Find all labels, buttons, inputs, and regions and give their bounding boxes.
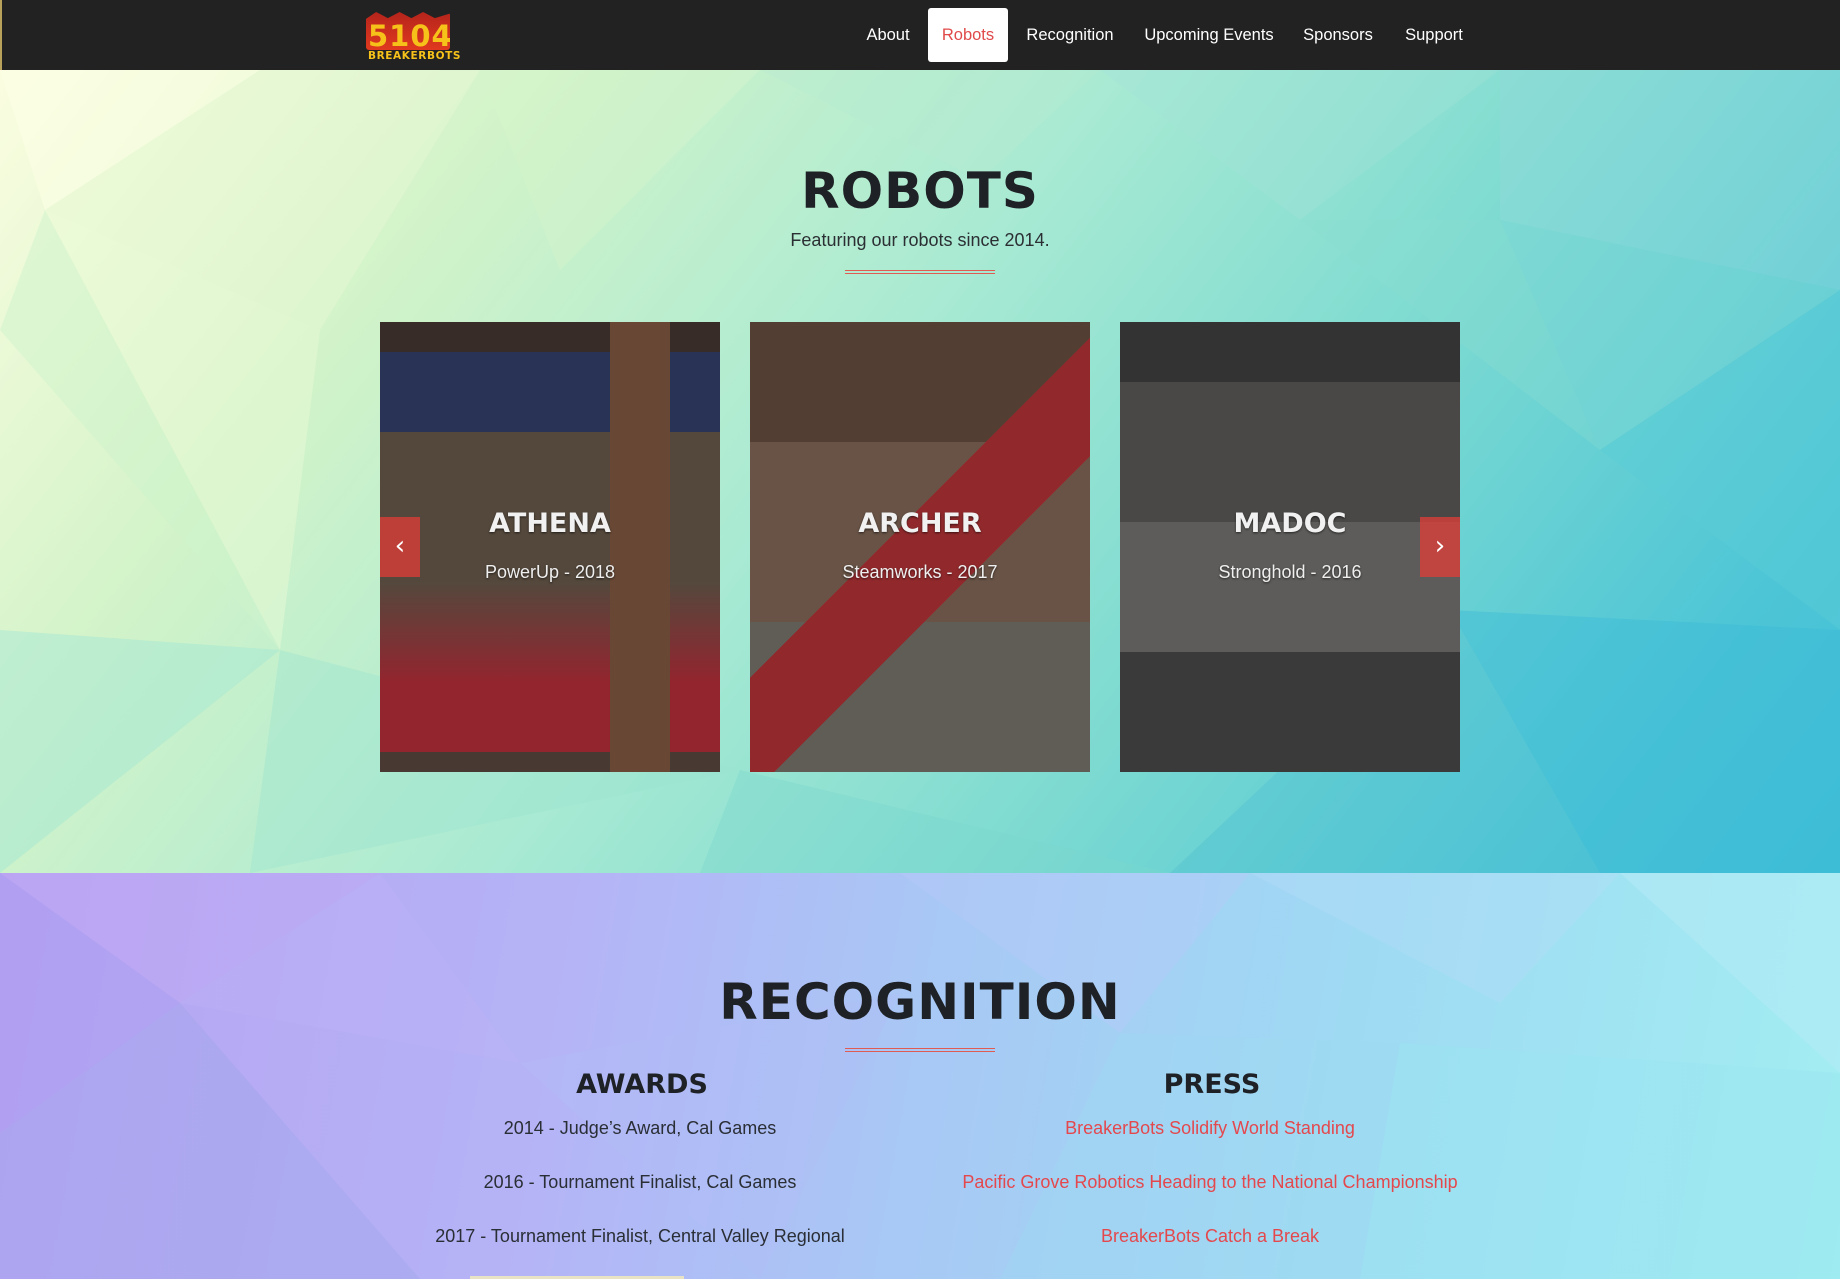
chevron-right-icon: › <box>1434 531 1446 561</box>
award-item: 2016 - Tournament Finalist, Cal Games <box>483 1172 797 1192</box>
awards-heading: AWARDS <box>576 1069 708 1100</box>
recognition-section: RECOGNITION AWARDS 2014 - Judge’s Award,… <box>0 873 1840 1279</box>
nav-recognition[interactable]: Recognition <box>1018 8 1122 62</box>
carousel-prev-button[interactable]: ‹ <box>380 517 420 577</box>
section-divider <box>845 1048 995 1052</box>
low-poly-background <box>0 873 1840 1279</box>
section-divider <box>845 270 995 274</box>
robots-section: ROBOTS Featuring our robots since 2014. … <box>0 70 1840 873</box>
robot-card-madoc[interactable]: MADOC Stronghold - 2016 <box>1120 322 1460 772</box>
top-navbar: 5104 BREAKERBOTS About Robots Recognitio… <box>0 0 1840 70</box>
award-item: 2014 - Judge’s Award, Cal Games <box>503 1118 777 1138</box>
press-link[interactable]: BreakerBots Catch a Break <box>910 1226 1510 1247</box>
press-heading: PRESS <box>1163 1069 1261 1100</box>
robot-season: Stronghold - 2016 <box>1218 562 1362 582</box>
robot-card-athena[interactable]: ATHENA PowerUp - 2018 <box>380 322 720 772</box>
nav-robots[interactable]: Robots <box>928 8 1008 62</box>
press-link[interactable]: Pacific Grove Robotics Heading to the Na… <box>910 1172 1510 1193</box>
carousel-next-button[interactable]: › <box>1420 517 1460 577</box>
nav-upcoming-events[interactable]: Upcoming Events <box>1138 8 1280 62</box>
robot-season: PowerUp - 2018 <box>484 562 616 582</box>
robots-heading: ROBOTS <box>801 162 1039 220</box>
nav-about[interactable]: About <box>853 8 923 62</box>
robot-season: Steamworks - 2017 <box>842 562 998 582</box>
robot-name: ATHENA <box>489 508 611 539</box>
award-item: 2017 - Tournament Finalist, Central Vall… <box>435 1226 845 1246</box>
robot-name: ARCHER <box>858 508 982 539</box>
robot-name: MADOC <box>1233 508 1347 539</box>
nav-support[interactable]: Support <box>1398 8 1470 62</box>
robot-card-archer[interactable]: ARCHER Steamworks - 2017 <box>750 322 1090 772</box>
chevron-left-icon: ‹ <box>394 531 406 561</box>
nav-menu: About Robots Recognition Upcoming Events… <box>2 8 1840 62</box>
robots-subtitle: Featuring our robots since 2014. <box>790 230 1050 250</box>
recognition-heading: RECOGNITION <box>719 973 1121 1031</box>
nav-sponsors[interactable]: Sponsors <box>1294 8 1382 62</box>
press-link[interactable]: BreakerBots Solidify World Standing <box>910 1118 1510 1139</box>
